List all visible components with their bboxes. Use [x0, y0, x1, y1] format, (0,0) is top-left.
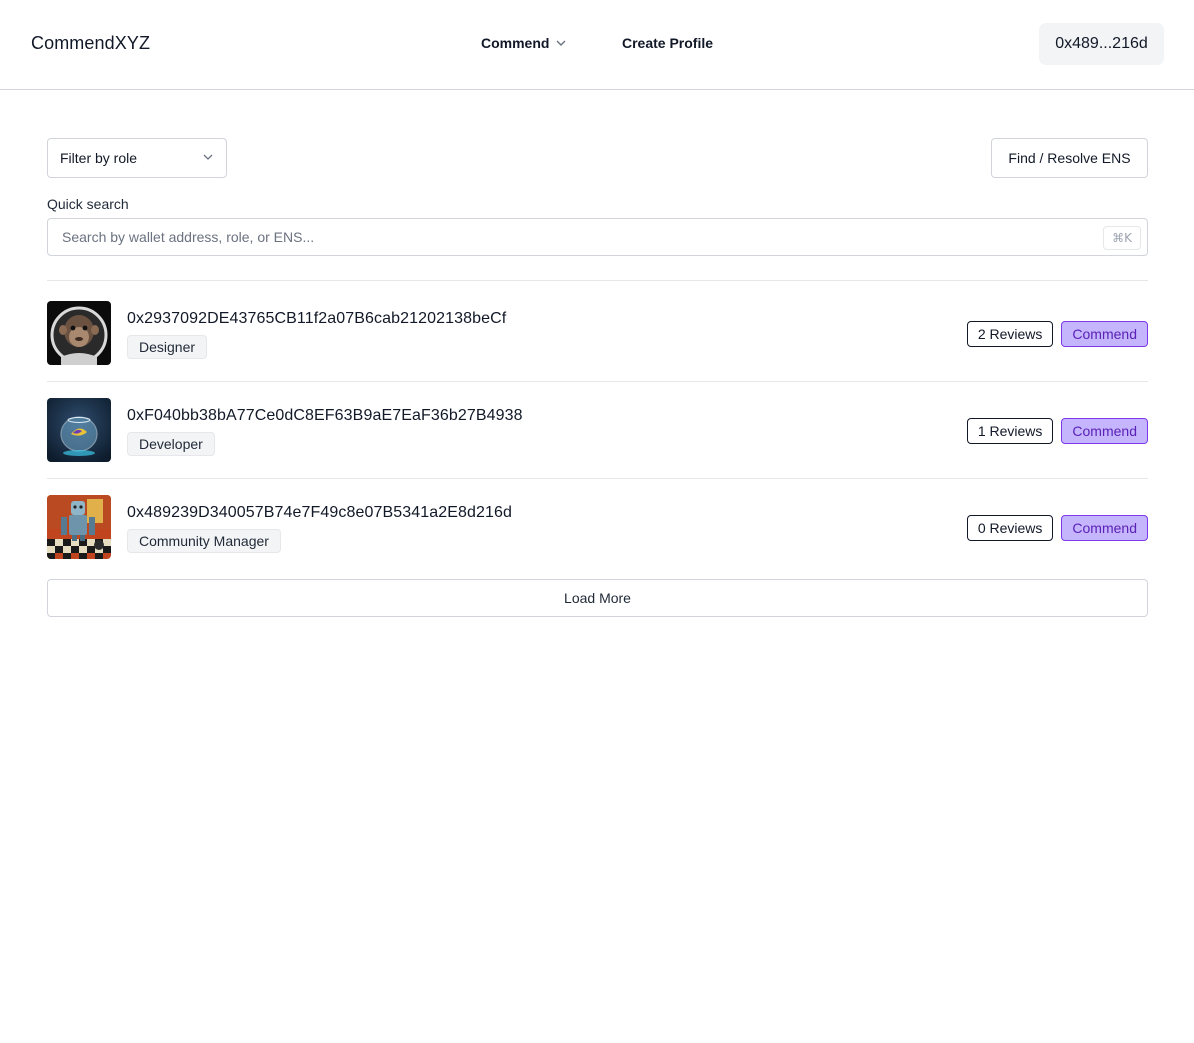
row-actions: 2 Reviews Commend: [966, 321, 1148, 347]
reviews-button[interactable]: 1 Reviews: [966, 418, 1054, 444]
row-actions: 0 Reviews Commend: [966, 515, 1148, 541]
search-input[interactable]: [60, 228, 1135, 246]
brand-logo[interactable]: CommendXYZ: [31, 33, 150, 54]
role-filter-select[interactable]: Filter by role: [47, 138, 227, 178]
role-filter-label: Filter by role: [60, 150, 138, 166]
nav-commend-label: Commend: [481, 35, 550, 51]
nav-commend-dropdown[interactable]: Commend: [481, 35, 567, 51]
commend-button[interactable]: Commend: [1061, 321, 1148, 347]
keyboard-shortcut-badge: ⌘K: [1103, 226, 1141, 250]
quick-search-label: Quick search: [47, 196, 129, 212]
wallet-address[interactable]: 0xF040bb38bA77Ce0dC8EF63B9aE7EaF36b27B49…: [127, 407, 523, 425]
divider: [47, 478, 1148, 479]
reviews-button[interactable]: 0 Reviews: [966, 515, 1054, 541]
top-navbar: CommendXYZ Commend Create Profile 0x489.…: [0, 0, 1194, 90]
find-resolve-ens-button[interactable]: Find / Resolve ENS: [991, 138, 1148, 178]
load-more-button[interactable]: Load More: [47, 579, 1148, 617]
row-actions: 1 Reviews Commend: [966, 418, 1148, 444]
avatar: [47, 495, 111, 559]
avatar: [47, 301, 111, 365]
list-item: 0x489239D340057B74e7F49c8e07B5341a2E8d21…: [47, 495, 1148, 559]
list-item: 0xF040bb38bA77Ce0dC8EF63B9aE7EaF36b27B49…: [47, 398, 1148, 462]
avatar: [47, 398, 111, 462]
list-item: 0x2937092DE43765CB11f2a07B6cab21202138be…: [47, 301, 1148, 365]
chevron-down-icon: [202, 150, 214, 166]
wallet-button[interactable]: 0x489...216d: [1039, 23, 1164, 65]
nav-create-profile[interactable]: Create Profile: [622, 35, 713, 51]
divider: [47, 280, 1148, 281]
role-badge: Community Manager: [127, 529, 281, 553]
role-badge: Developer: [127, 432, 215, 456]
divider: [47, 381, 1148, 382]
search-container: ⌘K: [47, 218, 1148, 256]
wallet-address[interactable]: 0x489239D340057B74e7F49c8e07B5341a2E8d21…: [127, 504, 512, 522]
commend-button[interactable]: Commend: [1061, 418, 1148, 444]
wallet-address[interactable]: 0x2937092DE43765CB11f2a07B6cab21202138be…: [127, 310, 506, 328]
role-badge: Designer: [127, 335, 208, 359]
commend-button[interactable]: Commend: [1061, 515, 1148, 541]
chevron-down-icon: [555, 37, 567, 49]
reviews-button[interactable]: 2 Reviews: [966, 321, 1054, 347]
